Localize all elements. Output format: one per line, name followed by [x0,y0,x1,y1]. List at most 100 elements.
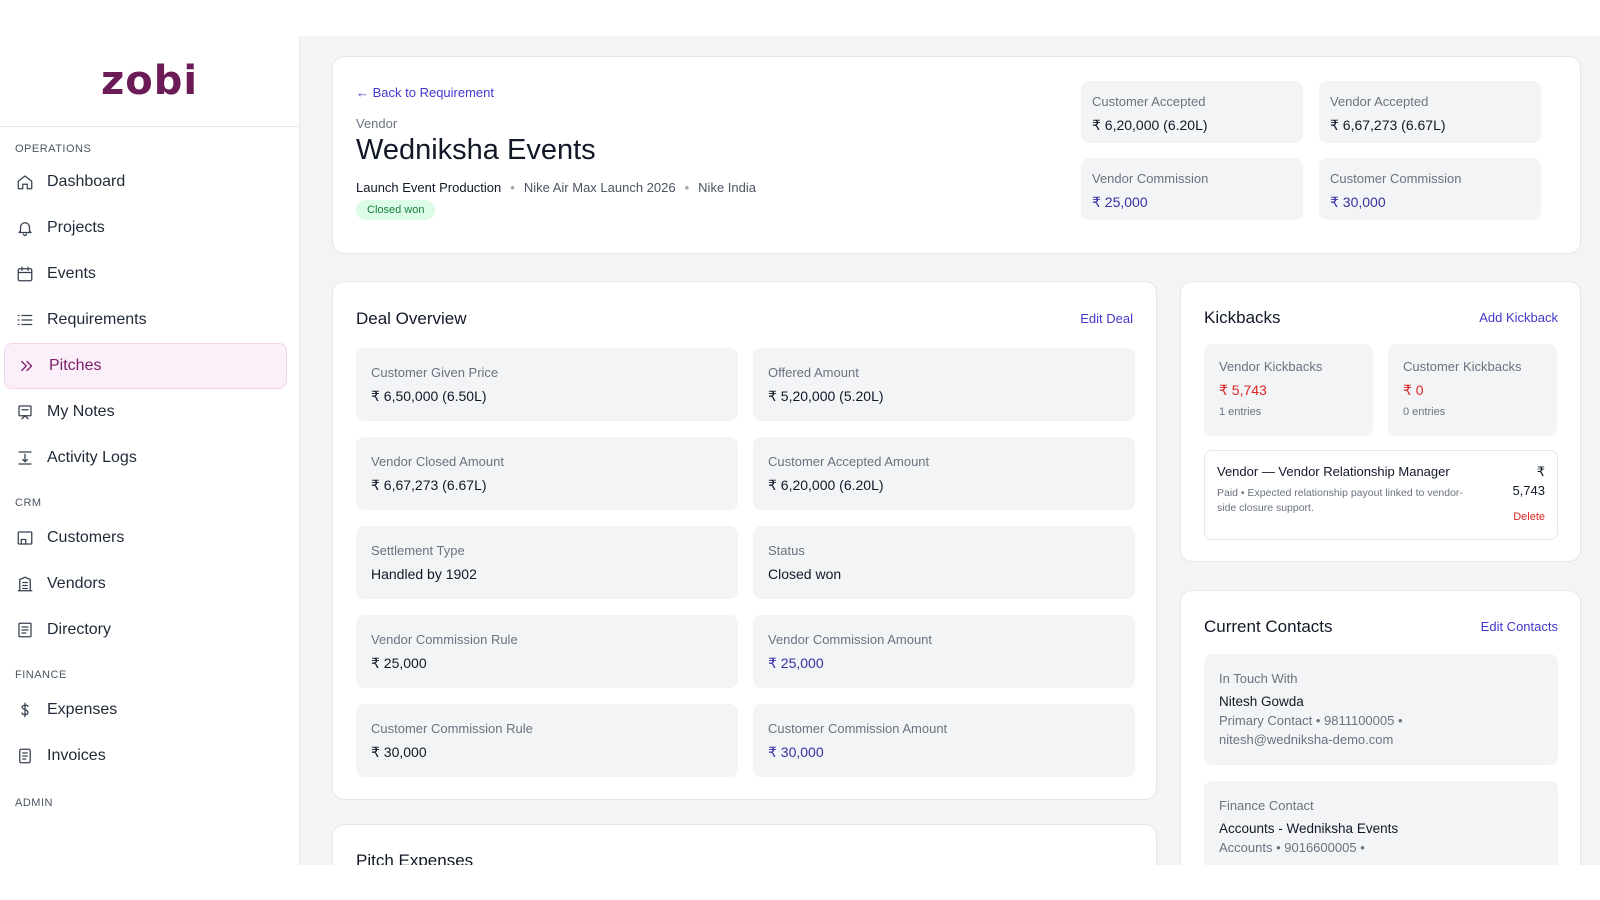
sidebar-item-pitches[interactable]: Pitches [4,343,287,389]
sidebar-item-vendors[interactable]: Vendors [0,561,299,607]
sidebar-item-invoices[interactable]: Invoices [0,733,299,779]
sidebar-item-customers[interactable]: Customers [0,515,299,561]
sidebar-item-label: Events [47,265,96,282]
header-meta: Launch Event Production • Nike Air Max Lau… [356,180,756,195]
contact-phone: 9016600005 [1284,840,1357,855]
deal-field-status: Status Closed won [753,526,1135,599]
contact-email[interactable]: nitesh@wedniksha-demo.com [1219,732,1393,747]
kickbacks-card: Kickbacks Add Kickback Vendor Kickbacks … [1180,281,1581,562]
contact-in-touch-with: In Touch With Nitesh Gowda Primary Conta… [1204,654,1558,765]
field-value: ₹ 25,000 [371,655,427,671]
sidebar-item-requirements[interactable]: Requirements [0,297,299,343]
sidebar-item-label: Vendors [47,575,106,592]
field-value: ₹ 30,000 [371,744,427,760]
field-value: Closed won [768,566,842,582]
calendar-icon [16,265,34,283]
kickback-delete-button[interactable]: Delete [1513,511,1545,523]
back-to-requirement-link[interactable]: ← Back to Requirement [356,85,494,100]
sidebar-item-label: My Notes [47,403,115,420]
sidebar-item-directory[interactable]: Directory [0,607,299,653]
field-label: Vendor Commission Rule [371,632,518,647]
stat-label: Vendor Kickbacks [1219,359,1323,374]
vendor-header-card: ← Back to Requirement Vendor Wedniksha E… [332,56,1581,254]
edit-contacts-button[interactable]: Edit Contacts [1481,619,1558,634]
deal-field-vendor-commission-rule: Vendor Commission Rule ₹ 25,000 [356,615,738,688]
section-label-crm: CRM [15,497,42,509]
summary-value: ₹ 30,000 [1330,194,1386,210]
summary-tile-vendor-accepted: Vendor Accepted ₹ 6,67,273 (6.67L) [1319,81,1541,143]
sidebar-item-events[interactable]: Events [0,251,299,297]
summary-label: Customer Accepted [1092,94,1206,109]
meta-separator: • [684,180,690,195]
field-label: Status [768,543,805,558]
summary-label: Customer Commission [1330,171,1462,186]
kickback-entry-currency: ₹ [1536,464,1545,479]
field-value: ₹ 5,20,000 (5.20L) [768,388,884,404]
logo[interactable]: zobi [101,58,198,104]
meta-requirement: Launch Event Production [356,180,502,195]
kickback-entry[interactable]: Vendor — Vendor Relationship Manager ₹ 5… [1204,450,1558,540]
field-label: Vendor Closed Amount [371,454,504,469]
list-icon [16,311,34,329]
deal-field-offered-amount: Offered Amount ₹ 5,20,000 (5.20L) [753,348,1135,421]
sidebar-item-projects[interactable]: Projects [0,205,299,251]
field-label: Customer Given Price [371,365,499,380]
sidebar-item-label: Directory [47,621,112,638]
sidebar-item-label: Projects [47,219,105,236]
stat-label: Customer Kickbacks [1403,359,1522,374]
contact-phone: 9811100005 [1323,713,1395,728]
add-kickback-button[interactable]: Add Kickback [1479,310,1558,325]
invoice-icon [16,747,34,765]
field-value: ₹ 6,20,000 (6.20L) [768,477,884,493]
contact-name: Accounts - Wedniksha Events [1219,821,1399,836]
deal-field-customer-commission-amount: Customer Commission Amount ₹ 30,000 [753,704,1135,777]
field-label: Vendor Commission Amount [768,632,933,647]
pitch-expenses-card: Pitch Expenses [332,824,1157,865]
summary-tile-customer-accepted: Customer Accepted ₹ 6,20,000 (6.20L) [1081,81,1303,143]
field-label: Settlement Type [371,543,465,558]
entity-type-label: Vendor [356,116,398,131]
building-icon [16,575,34,593]
sidebar-item-activity-logs[interactable]: Activity Logs [0,435,299,481]
field-label: Customer Commission Rule [371,721,533,736]
kickbacks-title: Kickbacks [1204,308,1281,327]
kickback-entry-status: Paid [1217,487,1239,499]
sidebar-item-my-notes[interactable]: My Notes [0,389,299,435]
summary-value: ₹ 6,20,000 (6.20L) [1092,117,1208,133]
contact-name: Nitesh Gowda [1219,694,1304,709]
edit-deal-button[interactable]: Edit Deal [1080,311,1133,326]
section-label-finance: FINANCE [15,669,67,681]
logo-area: zobi [0,36,299,127]
home-icon [16,173,34,191]
deal-overview-title: Deal Overview [356,309,467,328]
sidebar-item-label: Dashboard [47,173,126,190]
contact-details: Primary Contact • 9811100005 • [1219,713,1403,728]
sidebar-item-dashboard[interactable]: Dashboard [0,159,299,205]
summary-value: ₹ 6,67,273 (6.67L) [1330,117,1446,133]
dollar-icon [16,701,34,719]
kickback-entry-amount: 5,743 [1512,483,1545,498]
summary-tile-customer-commission: Customer Commission ₹ 30,000 [1319,158,1541,220]
store-icon [16,529,34,547]
field-value: ₹ 25,000 [768,655,824,671]
sidebar-item-expenses[interactable]: Expenses [0,687,299,733]
sidebar-item-label: Pitches [49,357,102,374]
sidebar-item-label: Invoices [47,747,106,764]
sidebar-item-label: Requirements [47,311,147,328]
deal-field-vendor-closed-amount: Vendor Closed Amount ₹ 6,67,273 (6.67L) [356,437,738,510]
deal-field-customer-commission-rule: Customer Commission Rule ₹ 30,000 [356,704,738,777]
main-content: ← Back to Requirement Vendor Wedniksha E… [300,36,1600,865]
note-icon [16,403,34,421]
stat-entries: 1 entries [1219,406,1262,418]
field-label: Offered Amount [768,365,859,380]
summary-label: Vendor Commission [1092,171,1209,186]
sidebar-item-label: Activity Logs [47,449,137,466]
page-title: Wedniksha Events [356,134,596,166]
stat-value: ₹ 0 [1403,382,1424,398]
section-label-operations: OPERATIONS [15,143,92,155]
stat-value: ₹ 5,743 [1219,382,1267,398]
contact-role: Accounts [1219,840,1273,855]
section-label-admin: ADMIN [15,797,53,809]
field-value: ₹ 6,67,273 (6.67L) [371,477,487,493]
directory-icon [16,621,34,639]
